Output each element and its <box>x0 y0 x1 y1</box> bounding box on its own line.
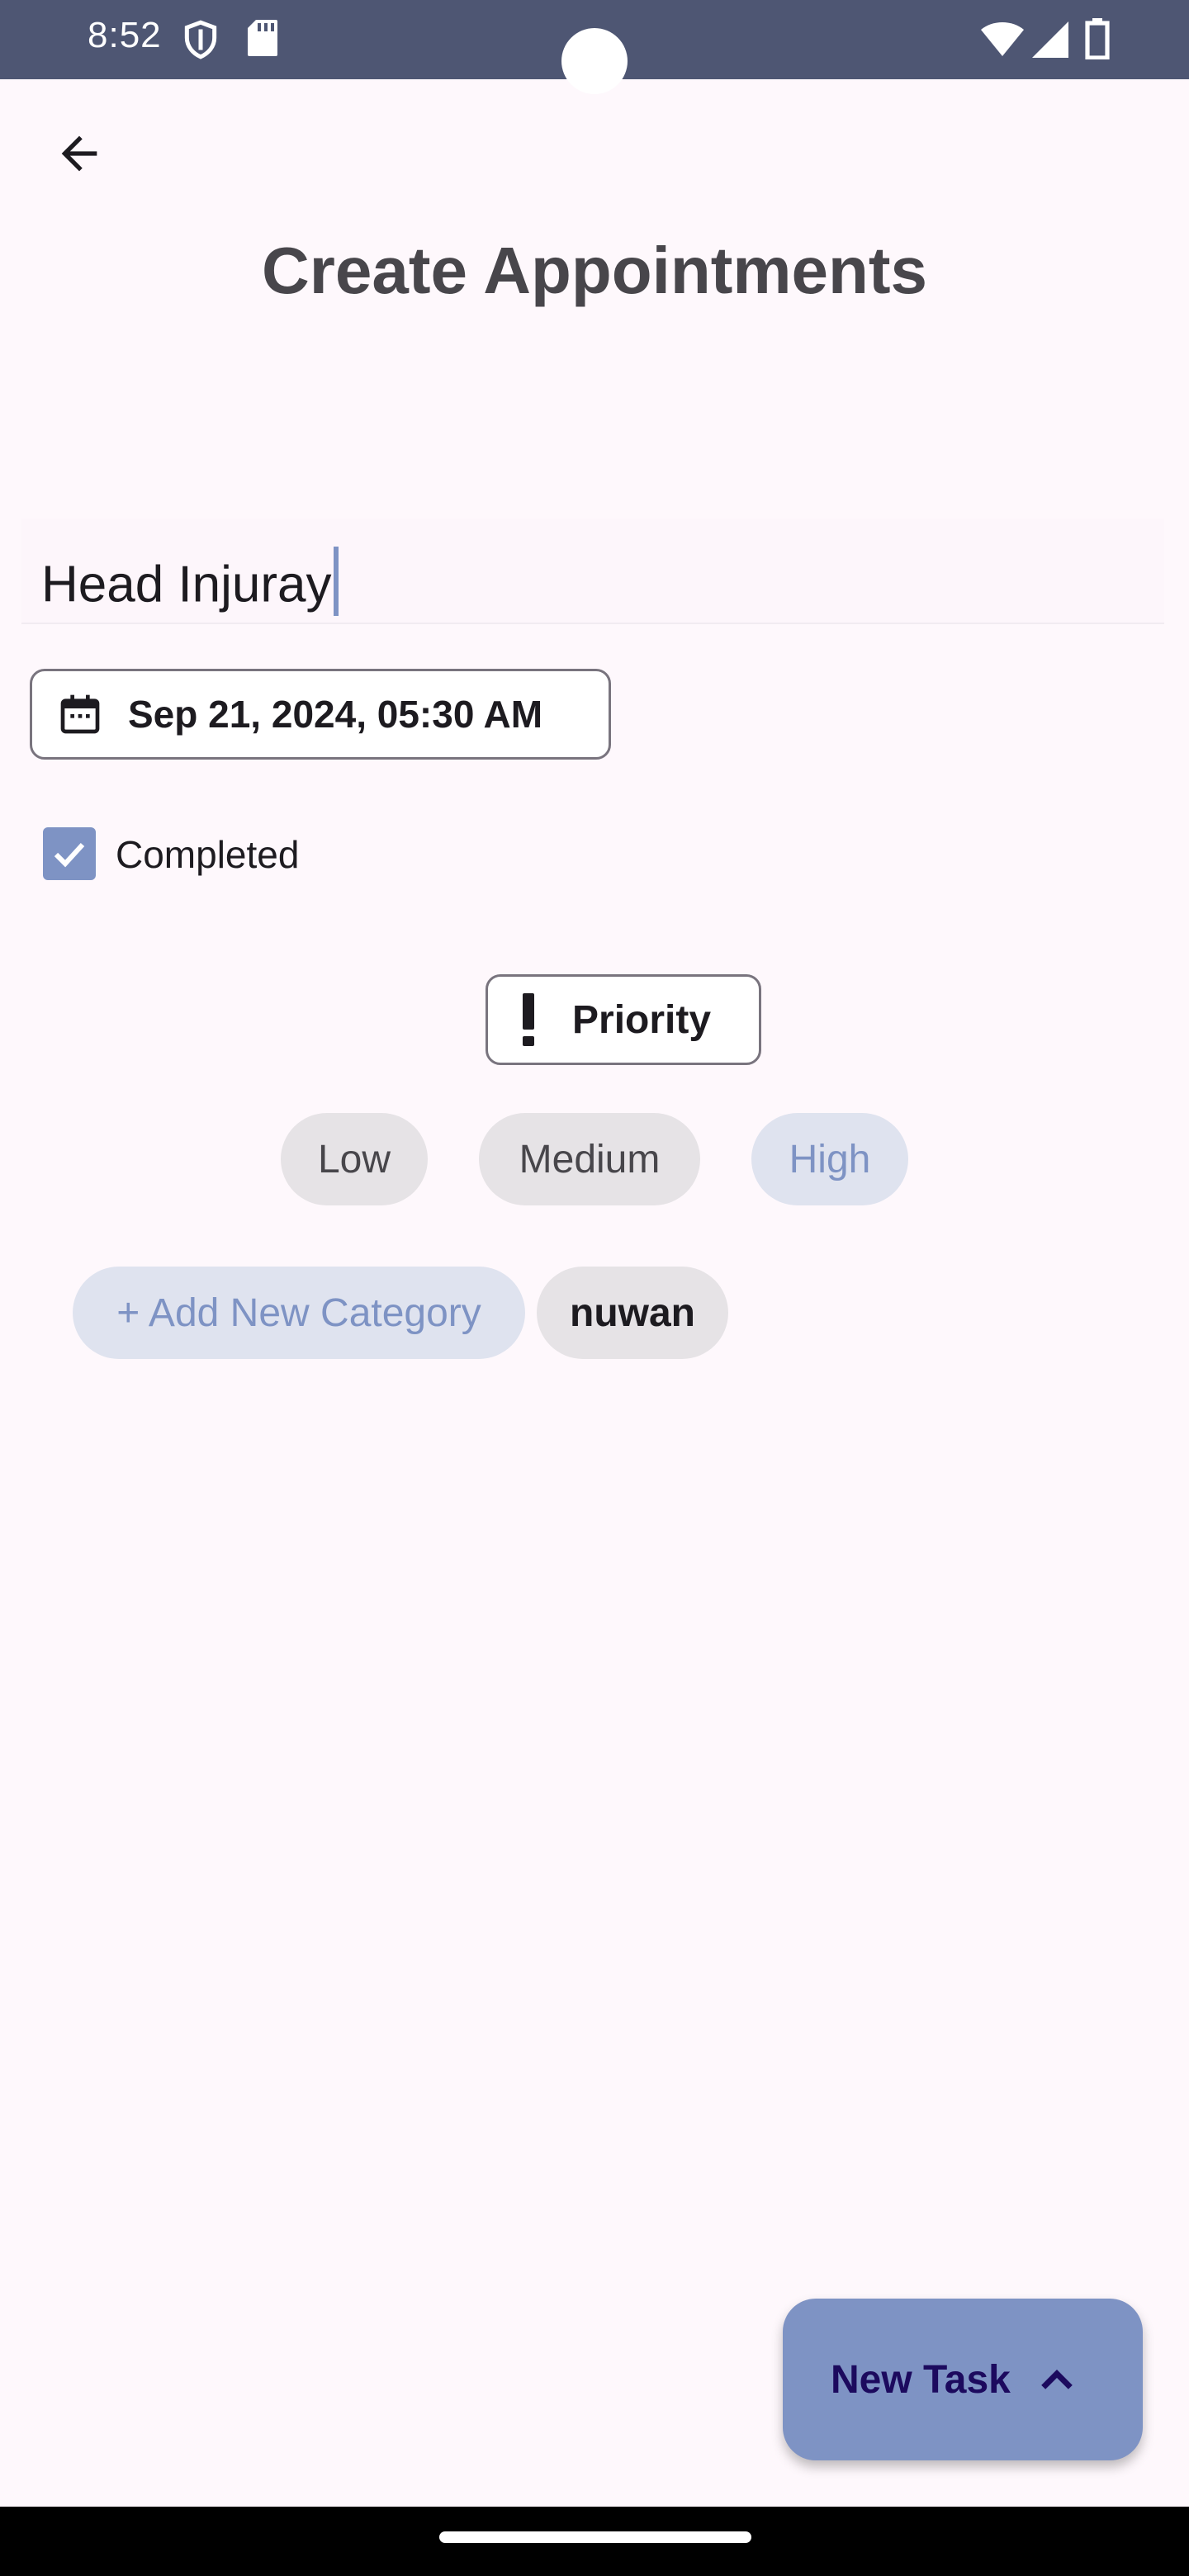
priority-chip-low[interactable]: Low <box>281 1113 428 1205</box>
back-button[interactable] <box>43 117 116 190</box>
title-input-value: Head Injuray <box>41 547 339 623</box>
chevron-up-icon <box>1041 2370 1073 2389</box>
status-bar: 8:52 <box>0 0 1189 94</box>
priority-chip-medium[interactable]: Medium <box>479 1113 700 1205</box>
shield-icon <box>184 20 217 59</box>
sd-card-icon <box>248 20 277 56</box>
date-label: Sep 21, 2024, 05:30 AM <box>128 693 543 736</box>
home-handle[interactable] <box>439 2531 751 2543</box>
completed-checkbox[interactable] <box>43 827 96 880</box>
completed-label: Completed <box>116 833 300 876</box>
date-picker-button[interactable]: Sep 21, 2024, 05:30 AM <box>30 669 611 760</box>
signal-icon <box>1032 21 1068 58</box>
check-icon <box>54 842 85 868</box>
category-chip[interactable]: nuwan <box>537 1267 728 1359</box>
new-task-fab[interactable]: New Task <box>783 2299 1143 2460</box>
battery-icon <box>1085 18 1110 59</box>
exclamation-icon <box>523 993 534 1046</box>
priority-chip-high[interactable]: High <box>751 1113 908 1205</box>
text-caret <box>333 547 339 616</box>
priority-button[interactable]: Priority <box>486 974 761 1065</box>
title-input-text: Head Injuray <box>41 556 332 613</box>
calendar-icon <box>60 694 100 734</box>
fab-label: New Task <box>831 2357 1011 2402</box>
add-category-chip[interactable]: + Add New Category <box>73 1267 525 1359</box>
page-title: Create Appointments <box>261 234 927 307</box>
arrow-back-icon <box>61 135 97 172</box>
appointment-title-input[interactable]: Head Injuray <box>21 519 1164 624</box>
wifi-icon <box>981 22 1024 56</box>
status-time: 8:52 <box>88 15 162 55</box>
priority-label: Priority <box>572 997 712 1042</box>
camera-cutout <box>561 28 628 94</box>
